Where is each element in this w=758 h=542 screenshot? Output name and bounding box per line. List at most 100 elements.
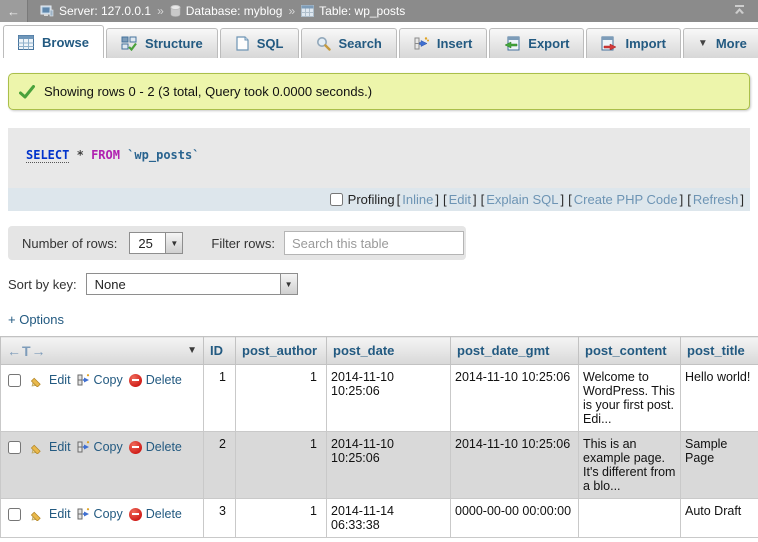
tab-export[interactable]: Export — [489, 28, 584, 58]
copy-button[interactable]: Copy — [77, 440, 123, 454]
tab-browse-label: Browse — [42, 35, 89, 50]
delete-icon — [129, 508, 142, 521]
tab-structure-label: Structure — [145, 36, 203, 51]
sort-caret-icon[interactable]: ▼ — [187, 345, 197, 356]
inline-link[interactable]: Inline — [402, 192, 433, 207]
browse-icon — [18, 35, 34, 50]
cell-post-date-gmt: 2014-11-10 10:25:06 — [451, 432, 579, 499]
tab-insert[interactable]: Insert — [399, 28, 487, 58]
cell-post-author: 1 — [236, 432, 327, 499]
column-header-post-author[interactable]: post_author — [236, 337, 327, 365]
filter-rows-input[interactable] — [284, 231, 464, 255]
import-icon — [601, 36, 617, 51]
cell-post-content — [579, 499, 681, 538]
copy-label: Copy — [94, 373, 123, 387]
bracket: [ — [687, 192, 691, 207]
refresh-link[interactable]: Refresh — [693, 192, 739, 207]
collapse-navigation-button[interactable] — [733, 4, 746, 18]
breadcrumb-separator: » — [157, 4, 164, 18]
column-header-post-date[interactable]: post_date — [327, 337, 451, 365]
tab-sql-label: SQL — [257, 36, 284, 51]
bracket: ] — [561, 192, 565, 207]
delete-icon — [129, 441, 142, 454]
delete-label: Delete — [146, 440, 182, 454]
pencil-icon — [31, 440, 45, 454]
edit-button[interactable]: Edit — [31, 373, 71, 387]
bracket: ] — [680, 192, 684, 207]
sort-by-key-select[interactable]: None ▼ — [86, 273, 298, 295]
create-php-code-link[interactable]: Create PHP Code — [574, 192, 678, 207]
options-toggle-link[interactable]: + Options — [8, 312, 64, 327]
pencil-icon — [31, 507, 45, 521]
cell-post-date: 2014-11-14 06:33:38 — [327, 499, 451, 538]
pencil-icon — [31, 373, 45, 387]
cell-post-title: Auto Draft — [681, 499, 758, 538]
sort-row: Sort by key: None ▼ — [8, 273, 758, 295]
search-icon — [316, 36, 331, 51]
cell-post-title: Sample Page — [681, 432, 758, 499]
table-row: Edit Copy Delete 1 1 2014-11-10 10:25:06… — [1, 365, 758, 432]
dropdown-arrow-icon: ▼ — [165, 233, 182, 253]
tab-search[interactable]: Search — [301, 28, 397, 58]
edit-button[interactable]: Edit — [31, 507, 71, 521]
edit-button[interactable]: Edit — [31, 440, 71, 454]
back-button[interactable]: ← — [0, 0, 28, 22]
tab-import[interactable]: Import — [586, 28, 680, 58]
row-checkbox[interactable] — [8, 374, 21, 387]
row-checkbox[interactable] — [8, 508, 21, 521]
cell-post-author: 1 — [236, 365, 327, 432]
tab-more[interactable]: ▼ More — [683, 28, 758, 58]
delete-button[interactable]: Delete — [129, 507, 182, 521]
column-header-post-content[interactable]: post_content — [579, 337, 681, 365]
sql-icon — [235, 36, 249, 51]
delete-button[interactable]: Delete — [129, 440, 182, 454]
table-icon — [301, 5, 314, 17]
tab-structure[interactable]: Structure — [106, 28, 218, 58]
tab-insert-label: Insert — [437, 36, 472, 51]
bracket: ] — [435, 192, 439, 207]
copy-button[interactable]: Copy — [77, 507, 123, 521]
delete-label: Delete — [146, 373, 182, 387]
cell-post-title: Hello world! — [681, 365, 758, 432]
sort-by-key-label: Sort by key: — [8, 277, 77, 292]
cell-post-date-gmt: 0000-00-00 00:00:00 — [451, 499, 579, 538]
column-header-id[interactable]: ID — [204, 337, 236, 365]
swap-axis-icon[interactable]: ←T→ — [7, 343, 47, 359]
copy-icon — [77, 440, 90, 454]
column-header-post-title[interactable]: post_title — [681, 337, 758, 365]
edit-label: Edit — [49, 440, 71, 454]
breadcrumb: Server: 127.0.0.1 » Database: myblog » T… — [28, 4, 405, 18]
table-row: Edit Copy Delete 2 1 2014-11-10 10:25:06… — [1, 432, 758, 499]
bracket: [ — [568, 192, 572, 207]
breadcrumb-server[interactable]: Server: 127.0.0.1 — [40, 4, 151, 18]
breadcrumb-bar: ← Server: 127.0.0.1 » Database: myblog » — [0, 0, 758, 22]
cell-post-content: Welcome to WordPress. This is your first… — [579, 365, 681, 432]
copy-label: Copy — [94, 440, 123, 454]
tab-sql[interactable]: SQL — [220, 28, 299, 58]
copy-button[interactable]: Copy — [77, 373, 123, 387]
breadcrumb-database[interactable]: Database: myblog — [170, 4, 283, 18]
number-of-rows-select[interactable]: 25 ▼ — [129, 232, 183, 254]
column-header-post-date-gmt[interactable]: post_date_gmt — [451, 337, 579, 365]
tab-search-label: Search — [339, 36, 382, 51]
profiling-checkbox[interactable] — [330, 193, 343, 206]
chevron-down-icon: ▼ — [698, 38, 708, 49]
breadcrumb-table[interactable]: Table: wp_posts — [301, 4, 405, 18]
tab-more-label: More — [716, 36, 747, 51]
cell-post-date-gmt: 2014-11-10 10:25:06 — [451, 365, 579, 432]
row-checkbox[interactable] — [8, 441, 21, 454]
sql-query-box: SELECT * FROM `wp_posts` — [8, 128, 750, 188]
tab-export-label: Export — [528, 36, 569, 51]
breadcrumb-database-label: Database: myblog — [186, 4, 283, 18]
database-icon — [170, 5, 181, 17]
sql-toolbar: Profiling [ Inline ] [ Edit ] [ Explain … — [8, 188, 750, 211]
column-options-header[interactable]: ←T→ ▼ — [1, 337, 204, 365]
back-arrow-icon: ← — [7, 4, 20, 19]
delete-button[interactable]: Delete — [129, 373, 182, 387]
tab-browse[interactable]: Browse — [3, 25, 104, 58]
edit-query-link[interactable]: Edit — [449, 192, 471, 207]
copy-icon — [77, 507, 90, 521]
tab-bar: Browse Structure SQL Search Insert — [0, 22, 758, 58]
explain-sql-link[interactable]: Explain SQL — [486, 192, 558, 207]
server-icon — [40, 5, 54, 17]
